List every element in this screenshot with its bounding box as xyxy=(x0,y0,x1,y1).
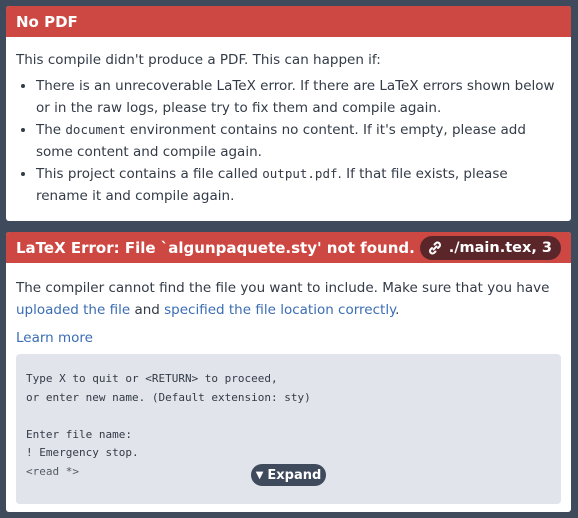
reason-2-code: document xyxy=(65,122,126,137)
desc-pre: The compiler cannot find the file you wa… xyxy=(16,280,550,296)
desc-post: . xyxy=(395,302,400,318)
reason-item-1: There is an unrecoverable LaTeX error. I… xyxy=(36,75,561,119)
file-location-link[interactable]: specified the file location correctly xyxy=(164,302,395,318)
expand-label: Expand xyxy=(267,467,322,483)
reason-2-pre: The xyxy=(36,122,66,138)
latex-error-body: The compiler cannot find the file you wa… xyxy=(6,263,571,349)
learn-more-link[interactable]: Learn more xyxy=(16,327,561,349)
latex-error-header: LaTeX Error: File `algunpaquete.sty' not… xyxy=(6,232,571,263)
latex-error-card: LaTeX Error: File `algunpaquete.sty' not… xyxy=(6,232,571,512)
reason-3-code: output.pdf xyxy=(262,166,338,181)
reasons-list: There is an unrecoverable LaTeX error. I… xyxy=(16,75,561,207)
file-location-badge[interactable]: ./main.tex, 3 xyxy=(419,235,561,260)
desc-mid: and xyxy=(130,302,165,318)
reason-1-text: There is an unrecoverable LaTeX error. I… xyxy=(36,78,555,116)
reason-item-2: The document environment contains no con… xyxy=(36,119,561,163)
raw-log-text: Type X to quit or <RETURN> to proceed, o… xyxy=(26,372,311,478)
chevron-down-icon: ▼ xyxy=(255,469,264,481)
error-description: The compiler cannot find the file you wa… xyxy=(16,277,561,321)
latex-error-title: LaTeX Error: File `algunpaquete.sty' not… xyxy=(16,238,415,257)
no-pdf-intro: This compile didn't produce a PDF. This … xyxy=(16,52,381,68)
reason-item-3: This project contains a file called outp… xyxy=(36,163,561,207)
expand-button[interactable]: ▼ Expand xyxy=(251,464,326,486)
no-pdf-title: No PDF xyxy=(16,12,78,31)
reason-3-pre: This project contains a file called xyxy=(36,166,263,182)
uploaded-file-link[interactable]: uploaded the file xyxy=(16,302,130,318)
no-pdf-body: This compile didn't produce a PDF. This … xyxy=(6,37,571,207)
no-pdf-header: No PDF xyxy=(6,6,571,37)
link-icon xyxy=(428,241,441,254)
no-pdf-card: No PDF This compile didn't produce a PDF… xyxy=(6,6,571,221)
file-location-text: ./main.tex, 3 xyxy=(448,239,552,256)
